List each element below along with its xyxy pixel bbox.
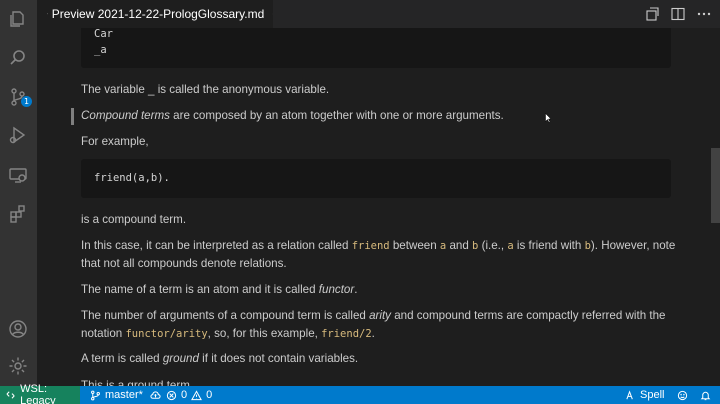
- text: notation: [81, 327, 126, 340]
- paragraph-is-compound: is a compound term.: [81, 213, 187, 226]
- paragraph-arity: The number of arguments of a compound te…: [81, 307, 676, 343]
- code-line: friend(a,b).: [94, 172, 170, 184]
- text: and: [446, 239, 473, 252]
- feedback-icon: [677, 390, 688, 400]
- text: that not all compounds denote relations.: [81, 257, 287, 270]
- error-count: 0: [181, 389, 188, 401]
- text: (i.e.,: [478, 239, 508, 252]
- warning-count: 0: [206, 389, 213, 401]
- tab-title: Preview 2021-12-22-PrologGlossary.md: [51, 7, 265, 21]
- vertical-scrollbar[interactable]: [711, 28, 720, 386]
- remote-icon: [6, 391, 15, 399]
- activity-bar: 1: [0, 0, 37, 386]
- branch-label: master*: [105, 389, 143, 401]
- split-editor-icon[interactable]: [670, 6, 686, 22]
- inline-code: friend/2: [321, 328, 372, 340]
- paragraph-for-example: For example,: [81, 135, 149, 148]
- search-icon[interactable]: [7, 47, 29, 69]
- tab-bar: Preview 2021-12-22-PrologGlossary.md: [37, 0, 720, 28]
- text: is friend with: [513, 239, 585, 252]
- text: In this case, it can be interpreted as a…: [81, 239, 352, 252]
- text: if it does not contain variables.: [198, 352, 359, 365]
- code-block-top: Car _a: [81, 28, 671, 68]
- spell-label: Spell: [640, 389, 665, 401]
- feedback-icon[interactable]: [677, 386, 688, 404]
- problems-indicator[interactable]: 0 0: [166, 386, 212, 404]
- remote-indicator[interactable]: WSL: Legacy: [0, 383, 80, 404]
- paragraph-ground-example: This is a ground term.: [81, 379, 194, 386]
- text: between: [389, 239, 440, 252]
- paragraph-relation: In this case, it can be interpreted as a…: [81, 237, 676, 273]
- emphasis: ground: [162, 352, 199, 365]
- close-icon[interactable]: [272, 7, 273, 21]
- remote-label: WSL: Legacy: [20, 383, 56, 404]
- text: , so, for this example,: [207, 327, 322, 340]
- notifications-icon[interactable]: [700, 386, 711, 404]
- open-source-icon[interactable]: [644, 6, 660, 22]
- spell-check-indicator[interactable]: Spell: [625, 386, 664, 404]
- paragraph-ground: A term is called ground if it does not c…: [81, 350, 676, 368]
- paragraph-functor: The name of a term is an atom and it is …: [81, 281, 676, 299]
- branch-icon: [91, 390, 100, 400]
- more-actions-icon[interactable]: [696, 6, 712, 22]
- paragraph-anonymous: The variable _ is called the anonymous v…: [81, 83, 330, 96]
- markdown-preview: Car _a The variable _ is called the anon…: [37, 28, 711, 386]
- text: The number of arguments of a compound te…: [81, 309, 370, 322]
- bell-icon: [700, 391, 711, 400]
- status-bar: WSL: Legacy master* 0 0 Spell: [0, 383, 720, 404]
- text: .: [371, 327, 375, 340]
- emphasis: arity: [369, 309, 391, 322]
- remote-explorer-icon[interactable]: [7, 164, 29, 186]
- text: and compound terms are compactly referre…: [390, 309, 666, 322]
- text: A term is called: [81, 352, 163, 365]
- code-block-friend: friend(a,b).: [81, 159, 671, 198]
- run-debug-icon[interactable]: [7, 124, 29, 146]
- tab-preview[interactable]: Preview 2021-12-22-PrologGlossary.md: [37, 0, 273, 28]
- text: The name of a term is an atom and it is …: [81, 283, 319, 296]
- paragraph-compound: Compound terms are composed by an atom t…: [81, 107, 676, 125]
- text: are composed by an atom together with on…: [169, 109, 504, 122]
- text: .: [354, 283, 358, 296]
- blockquote-bar: [71, 108, 74, 125]
- code-line: _a: [94, 44, 107, 56]
- branch-indicator[interactable]: master*: [90, 386, 143, 404]
- source-control-badge: 1: [21, 96, 32, 107]
- mouse-cursor-icon: [545, 113, 551, 123]
- inline-code: functor/arity: [125, 328, 208, 340]
- scrollbar-thumb[interactable]: [711, 148, 720, 223]
- spell-icon: [626, 389, 633, 399]
- warning-icon: [191, 389, 203, 400]
- emphasis: functor: [318, 283, 355, 296]
- preview-icon: [47, 13, 48, 15]
- emphasis: Compound terms: [81, 109, 170, 122]
- error-icon: [166, 390, 177, 400]
- settings-gear-icon[interactable]: [7, 355, 29, 377]
- editor-actions: [644, 6, 712, 22]
- code-line: Car: [94, 28, 113, 40]
- account-icon[interactable]: [7, 318, 29, 340]
- inline-code: friend: [351, 240, 390, 252]
- text: ). However, note: [590, 239, 676, 252]
- sync-indicator[interactable]: [150, 386, 161, 404]
- explorer-icon[interactable]: [7, 8, 29, 30]
- extensions-icon[interactable]: [7, 203, 29, 225]
- cloud-upload-icon: [150, 390, 161, 399]
